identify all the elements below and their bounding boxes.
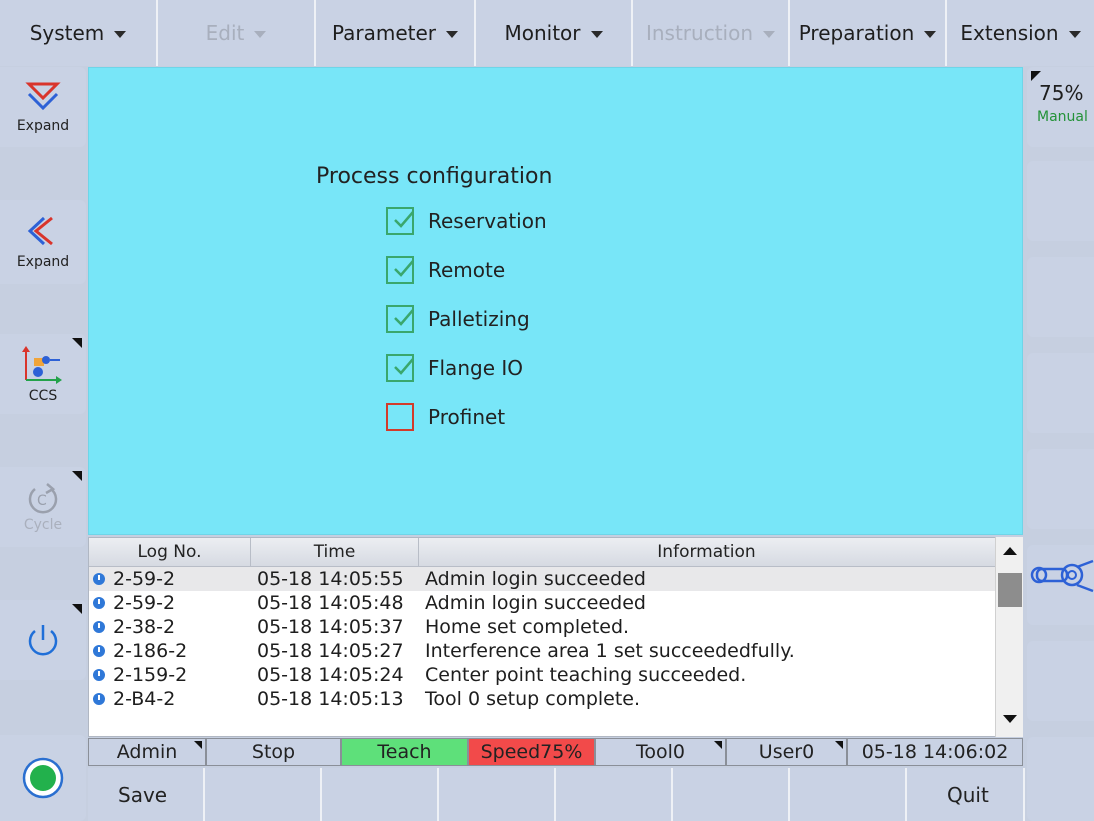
corner-indicator-icon	[72, 338, 82, 348]
log-row[interactable]: 2-186-2 05-18 14:05:27 Interference area…	[89, 639, 1022, 663]
cycle-button[interactable]: C Cycle	[0, 467, 86, 547]
corner-indicator-icon	[835, 741, 843, 749]
right-button-5[interactable]	[1027, 449, 1094, 529]
right-button-4[interactable]	[1027, 353, 1094, 433]
scroll-down-icon[interactable]	[1003, 715, 1017, 723]
log-table: Log No. Time Information 2-59-2 05-18 14…	[88, 537, 1023, 737]
info-icon	[93, 693, 105, 705]
menu-edit[interactable]: Edit	[158, 0, 316, 66]
servo-status-button[interactable]	[0, 735, 86, 821]
column-time[interactable]: Time	[251, 538, 419, 566]
chevron-down-icon	[590, 31, 603, 38]
corner-indicator-icon	[714, 741, 722, 749]
svg-text:C: C	[37, 493, 47, 509]
menu-extension[interactable]: Extension	[947, 0, 1094, 66]
column-log-no[interactable]: Log No.	[89, 538, 251, 566]
corner-indicator-icon	[194, 741, 202, 749]
status-light-icon	[22, 757, 64, 799]
mode-value: Manual	[1037, 109, 1088, 125]
status-user[interactable]: Admin	[88, 738, 206, 766]
status-tool[interactable]: Tool0	[595, 738, 726, 766]
right-button-8[interactable]	[1027, 737, 1094, 821]
column-information[interactable]: Information	[419, 538, 994, 566]
right-button-3[interactable]	[1027, 257, 1094, 337]
chevron-down-icon	[1068, 31, 1081, 38]
status-user-coord[interactable]: User0	[726, 738, 847, 766]
log-row[interactable]: 2-B4-2 05-18 14:05:13 Tool 0 setup compl…	[89, 687, 1022, 711]
log-row[interactable]: 2-59-2 05-18 14:05:48 Admin login succee…	[89, 591, 1022, 615]
ccs-button[interactable]: CCS	[0, 334, 86, 414]
info-icon	[93, 573, 105, 585]
checkbox-profinet[interactable]: Profinet	[386, 399, 505, 435]
right-button-7[interactable]	[1027, 641, 1094, 721]
checkbox-checked-icon	[386, 354, 414, 382]
speed-mode-button[interactable]: 75% Manual	[1027, 67, 1094, 147]
main-panel	[88, 67, 1023, 535]
softkey-5[interactable]	[556, 768, 673, 821]
softkey-6[interactable]	[673, 768, 790, 821]
status-state: Stop	[206, 738, 341, 766]
checkbox-checked-icon	[386, 256, 414, 284]
status-teach-mode: Teach	[341, 738, 468, 766]
chevron-down-icon	[446, 31, 459, 38]
log-table-header: Log No. Time Information	[89, 538, 1022, 567]
right-button-2[interactable]	[1027, 161, 1094, 241]
checkbox-checked-icon	[386, 207, 414, 235]
speed-value: 75%	[1039, 81, 1084, 105]
softkey-3[interactable]	[322, 768, 439, 821]
menu-parameter[interactable]: Parameter	[316, 0, 476, 66]
log-row[interactable]: 2-59-2 05-18 14:05:55 Admin login succee…	[89, 567, 1022, 591]
corner-indicator-icon	[72, 471, 82, 481]
chevron-down-icon	[254, 31, 267, 38]
log-row[interactable]: 2-159-2 05-18 14:05:24 Center point teac…	[89, 663, 1022, 687]
quit-button[interactable]: Quit	[907, 768, 1025, 821]
log-row[interactable]: 2-38-2 05-18 14:05:37 Home set completed…	[89, 615, 1022, 639]
menu-system[interactable]: System	[0, 0, 158, 66]
process-config-title: Process configuration	[316, 164, 553, 189]
menu-monitor[interactable]: Monitor	[476, 0, 633, 66]
robot-arm-icon	[1030, 559, 1094, 593]
info-icon	[93, 669, 105, 681]
save-button[interactable]: Save	[88, 768, 205, 821]
expand-left-button[interactable]: Expand	[0, 200, 86, 284]
log-scrollbar[interactable]	[995, 537, 1023, 737]
double-chevron-left-icon	[27, 216, 53, 246]
cycle-icon: C	[28, 483, 58, 514]
checkbox-reservation[interactable]: Reservation	[386, 203, 547, 239]
checkbox-checked-icon	[386, 305, 414, 333]
expand-down-button[interactable]: Expand	[0, 67, 86, 147]
status-datetime: 05-18 14:06:02	[847, 738, 1023, 766]
corner-indicator-icon	[1031, 71, 1041, 81]
checkbox-palletizing[interactable]: Palletizing	[386, 301, 530, 337]
chevron-down-icon	[114, 31, 127, 38]
menu-instruction[interactable]: Instruction	[633, 0, 790, 66]
scroll-up-icon[interactable]	[1003, 547, 1017, 555]
checkbox-remote[interactable]: Remote	[386, 252, 505, 288]
double-chevron-down-icon	[25, 82, 61, 111]
chevron-down-icon	[763, 31, 776, 38]
checkbox-unchecked-icon	[386, 403, 414, 431]
power-button[interactable]	[0, 600, 86, 680]
scrollbar-thumb[interactable]	[998, 573, 1022, 607]
info-icon	[93, 645, 105, 657]
checkbox-flange-io[interactable]: Flange IO	[386, 350, 523, 386]
status-speed: Speed75%	[468, 738, 595, 766]
softkey-4[interactable]	[439, 768, 556, 821]
power-icon	[28, 625, 58, 656]
softkey-2[interactable]	[205, 768, 322, 821]
info-icon	[93, 621, 105, 633]
chevron-down-icon	[924, 31, 937, 38]
coordinate-system-icon	[22, 346, 62, 384]
menu-preparation[interactable]: Preparation	[790, 0, 947, 66]
softkey-7[interactable]	[790, 768, 907, 821]
robot-view-button[interactable]	[1027, 545, 1094, 625]
corner-indicator-icon	[72, 604, 82, 614]
info-icon	[93, 597, 105, 609]
